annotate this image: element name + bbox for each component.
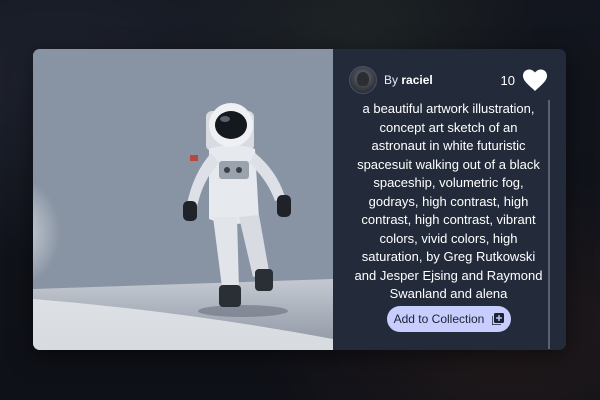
like-count: 10: [500, 72, 515, 88]
image-header: By raciel 10: [349, 66, 548, 94]
add-to-collection-label: Add to Collection: [393, 312, 485, 326]
byline-prefix: By: [384, 73, 399, 87]
astronaut-illustration: [33, 49, 333, 350]
image-info-panel: By raciel 10 a beautiful artwork illustr…: [333, 49, 566, 350]
author-name[interactable]: raciel: [401, 73, 432, 87]
add-box-icon: [492, 313, 505, 325]
image-detail-modal: By raciel 10 a beautiful artwork illustr…: [33, 49, 566, 350]
generated-image[interactable]: [33, 49, 333, 350]
heart-icon: [522, 69, 548, 91]
author-byline[interactable]: By raciel: [384, 73, 433, 87]
add-to-collection-button[interactable]: Add to Collection: [387, 306, 511, 332]
prompt-text: a beautiful artwork illustration, concep…: [354, 101, 543, 301]
like-button[interactable]: [522, 68, 548, 92]
avatar[interactable]: [349, 66, 377, 94]
